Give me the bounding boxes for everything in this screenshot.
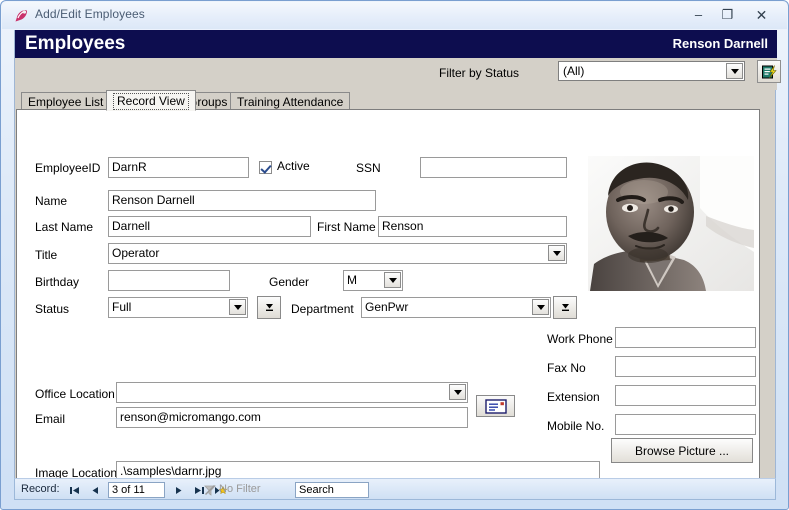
tab-label: Training Attendance	[237, 95, 344, 109]
employee-id-label: EmployeeID	[35, 161, 101, 175]
department-value: GenPwr	[365, 300, 409, 314]
last-name-input[interactable]: Darnell	[108, 216, 311, 237]
work-phone-input[interactable]	[615, 327, 756, 348]
filter-by-status-label: Filter by Status	[439, 66, 520, 80]
first-name-label: First Name	[317, 220, 376, 234]
application-window: Add/Edit Employees – ❐ ✕ Employees Renso…	[0, 0, 789, 510]
close-button[interactable]: ✕	[748, 6, 775, 24]
tab-label: Record View	[113, 93, 189, 110]
active-checkbox-label: Active	[277, 159, 310, 173]
envelope-icon	[484, 398, 507, 414]
mobile-no-label: Mobile No.	[547, 419, 605, 433]
filter-by-status-select[interactable]: (All)	[558, 61, 745, 81]
maximize-button[interactable]: ❐	[714, 6, 741, 24]
window-title: Add/Edit Employees	[35, 7, 145, 21]
edit-record-button[interactable]	[757, 60, 781, 83]
fax-no-label: Fax No	[547, 361, 586, 375]
chevron-down-icon[interactable]	[726, 63, 743, 79]
department-expand-button[interactable]	[553, 296, 577, 319]
tab-label: Employee List	[28, 95, 104, 109]
chevron-down-icon[interactable]	[449, 384, 466, 400]
record-position-input[interactable]: 3 of 11	[108, 482, 165, 498]
browse-picture-button[interactable]: Browse Picture ...	[611, 438, 753, 463]
active-checkbox[interactable]	[259, 161, 272, 174]
fax-no-input[interactable]	[615, 356, 756, 377]
chevron-down-icon[interactable]	[229, 299, 246, 315]
status-value: Full	[112, 300, 132, 314]
filter-funnel-icon	[203, 483, 217, 497]
first-record-button[interactable]	[66, 482, 82, 498]
title-value: Operator	[112, 246, 160, 260]
gender-value: M	[347, 273, 357, 287]
first-record-icon	[69, 486, 79, 494]
name-label: Name	[35, 194, 68, 208]
last-name-label: Last Name	[35, 220, 94, 234]
office-location-label: Office Location	[35, 387, 115, 401]
chevron-down-icon[interactable]	[384, 272, 401, 288]
tab-training-attendance[interactable]: Training Attendance	[230, 92, 351, 110]
gender-select[interactable]: M	[343, 270, 403, 291]
minimize-button[interactable]: –	[685, 6, 712, 24]
birthday-label: Birthday	[35, 275, 80, 289]
birthday-input[interactable]	[108, 270, 230, 291]
department-label: Department	[291, 302, 354, 316]
send-email-button[interactable]	[476, 395, 515, 417]
status-label: Status	[35, 302, 70, 316]
ssn-label: SSN	[356, 161, 381, 175]
extension-input[interactable]	[615, 385, 756, 406]
next-record-icon	[175, 486, 181, 494]
filter-by-status-value: (All)	[563, 64, 585, 78]
status-select[interactable]: Full	[108, 297, 248, 318]
current-employee-name: Renson Darnell	[672, 36, 768, 51]
previous-record-button[interactable]	[87, 482, 103, 498]
first-name-input[interactable]: Renson	[378, 216, 567, 237]
employee-photo-portrait	[588, 156, 754, 291]
page-header-band: Employees Renson Darnell	[15, 30, 777, 58]
employee-photo	[588, 156, 754, 291]
search-input[interactable]: Search	[295, 482, 369, 498]
expand-down-icon	[561, 304, 569, 311]
email-input[interactable]: renson@micromango.com	[116, 407, 468, 428]
next-record-button[interactable]	[170, 482, 186, 498]
record-navigation-bar: Record: 3 of 11 No Filter Search	[14, 478, 776, 500]
record-label: Record:	[21, 483, 60, 495]
department-select[interactable]: GenPwr	[361, 297, 551, 318]
status-expand-button[interactable]	[257, 296, 281, 319]
tab-employee-list[interactable]: Employee List	[21, 92, 111, 110]
employee-id-input[interactable]: DarnR	[108, 157, 249, 178]
no-filter-label: No Filter	[219, 483, 261, 495]
client-area: Employees Renson Darnell Filter by Statu…	[14, 30, 781, 496]
tab-strip: Employee List Record View Groups Trainin…	[15, 90, 777, 111]
extension-label: Extension	[547, 390, 600, 404]
expand-down-icon	[265, 304, 273, 311]
gender-label: Gender	[269, 275, 310, 289]
title-bar: Add/Edit Employees – ❐ ✕	[2, 2, 787, 29]
tab-record-view[interactable]: Record View	[106, 90, 196, 111]
previous-record-icon	[92, 486, 98, 494]
title-label: Title	[35, 248, 58, 262]
work-phone-label: Work Phone	[547, 332, 613, 346]
office-location-select[interactable]	[116, 382, 468, 403]
app-feather-pen-icon	[13, 8, 29, 24]
name-input[interactable]: Renson Darnell	[108, 190, 376, 211]
mobile-no-input[interactable]	[615, 414, 756, 435]
ssn-input[interactable]	[420, 157, 567, 178]
chevron-down-icon[interactable]	[548, 245, 565, 261]
filter-toolbar: Filter by Status (All)	[15, 58, 781, 90]
email-label: Email	[35, 412, 66, 426]
edit-record-icon	[762, 64, 777, 78]
page-title: Employees	[25, 33, 126, 54]
title-select[interactable]: Operator	[108, 243, 567, 264]
browse-picture-label: Browse Picture ...	[634, 443, 730, 458]
chevron-down-icon[interactable]	[532, 299, 549, 315]
